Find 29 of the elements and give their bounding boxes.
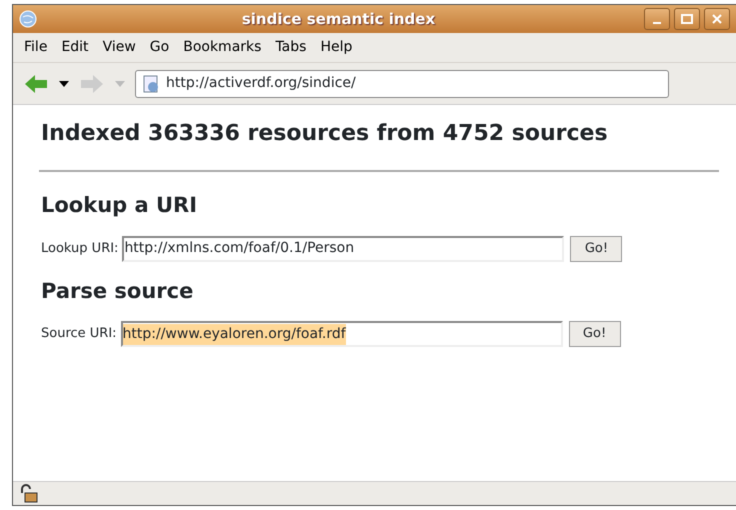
menu-item[interactable]: Go [142, 37, 176, 58]
input-field[interactable]: http://www.eyaloren.org/foaf.rdf [120, 321, 563, 347]
maximize-icon [681, 14, 693, 24]
maximize-button[interactable] [674, 8, 700, 30]
menu-item[interactable]: Edit [54, 37, 96, 58]
address-bar[interactable]: http://activerdf.org/sindice/ [135, 70, 669, 98]
minimize-button[interactable] [644, 8, 670, 30]
section-heading: Parse source [41, 278, 194, 304]
back-arrow-icon[interactable] [23, 72, 49, 94]
globe-icon [19, 10, 37, 28]
go-button[interactable]: Go! [568, 321, 621, 347]
page-icon [142, 74, 160, 92]
padlock-icon [19, 484, 39, 504]
close-button[interactable] [704, 8, 730, 30]
section-heading: Lookup a URI [41, 192, 198, 219]
menu-item[interactable]: Tabs [268, 37, 314, 58]
menu-item[interactable]: View [96, 37, 143, 58]
menu-item[interactable]: Bookmarks [176, 37, 268, 58]
menu-item[interactable]: File [17, 37, 54, 58]
go-button[interactable]: Go! [570, 236, 622, 262]
caret-icon[interactable] [59, 80, 69, 86]
close-icon [712, 14, 722, 24]
field-label: Lookup URI: [41, 240, 118, 258]
page-heading: Indexed 363336 resources from 4752 sources [41, 120, 609, 148]
menu-item[interactable]: Help [313, 37, 360, 58]
minimize-icon [653, 22, 661, 24]
field-label: Source URI: [41, 325, 117, 344]
window-title: sindice semantic index [240, 8, 436, 30]
input-field[interactable]: http://xmlns.com/foaf/0.1/Person [122, 236, 564, 262]
